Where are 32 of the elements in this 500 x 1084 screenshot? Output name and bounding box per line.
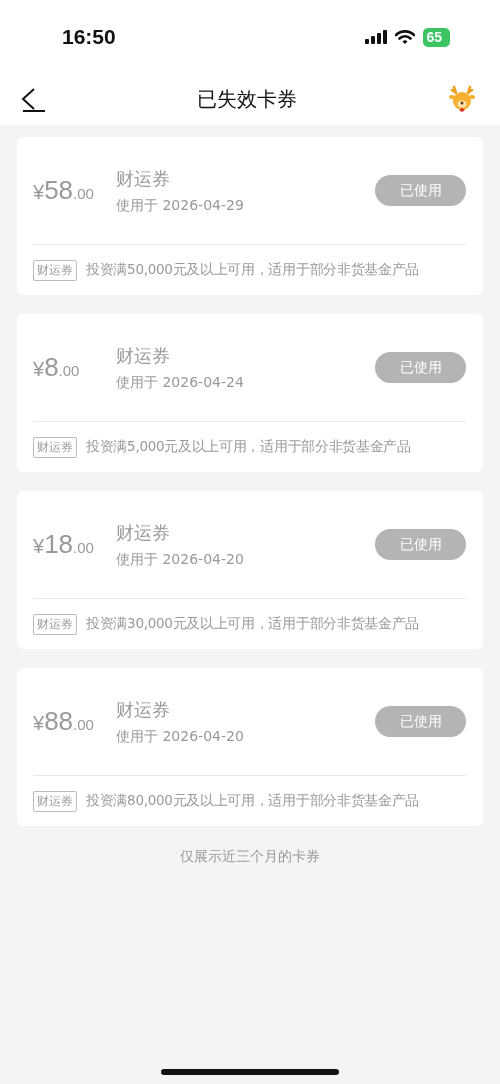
- coupon-name: 财运券: [116, 697, 171, 722]
- coupon-name: 财运券: [116, 343, 171, 368]
- page-title: 已失效卡券: [197, 85, 297, 113]
- coupon-name: 财运券: [116, 166, 171, 191]
- signal-icon: [365, 30, 388, 44]
- used-date: 使用于 2026-04-29: [116, 196, 245, 215]
- deer-mascot-icon[interactable]: [448, 85, 476, 113]
- used-date: 使用于 2026-04-24: [116, 373, 245, 392]
- footer-note: 仅展示近三个月的卡券: [179, 848, 321, 866]
- status-time: 16:50: [62, 25, 116, 49]
- coupon-condition: 投资满5,000元及以上可用，适用于部分非货基金产品: [86, 438, 411, 456]
- coupon-name: 财运券: [116, 520, 171, 545]
- used-status-pill: 已使用: [375, 352, 466, 383]
- used-date: 使用于 2026-04-20: [116, 550, 245, 569]
- coupon-amount: ¥18.00: [33, 529, 95, 560]
- coupon-amount: ¥88.00: [33, 706, 95, 737]
- used-date: 使用于 2026-04-20: [116, 727, 245, 746]
- wifi-icon: [395, 29, 416, 45]
- back-icon[interactable]: [20, 86, 46, 112]
- coupon-condition: 投资满30,000元及以上可用，适用于部分非货基金产品: [86, 615, 420, 633]
- coupon-tag: 财运券: [33, 259, 77, 281]
- coupon-amount: ¥8.00: [33, 352, 81, 383]
- coupon-tag: 财运券: [33, 613, 77, 635]
- coupon-amount: ¥58.00: [33, 175, 95, 206]
- used-status-pill: 已使用: [375, 529, 466, 560]
- coupon-condition: 投资满50,000元及以上可用，适用于部分非货基金产品: [86, 261, 420, 279]
- used-status-pill: 已使用: [375, 706, 466, 737]
- battery-indicator: 65: [423, 27, 450, 47]
- used-status-pill: 已使用: [375, 175, 466, 206]
- coupon-condition: 投资满80,000元及以上可用，适用于部分非货基金产品: [86, 792, 420, 810]
- coupon-tag: 财运券: [33, 436, 77, 458]
- coupon-tag: 财运券: [33, 790, 77, 812]
